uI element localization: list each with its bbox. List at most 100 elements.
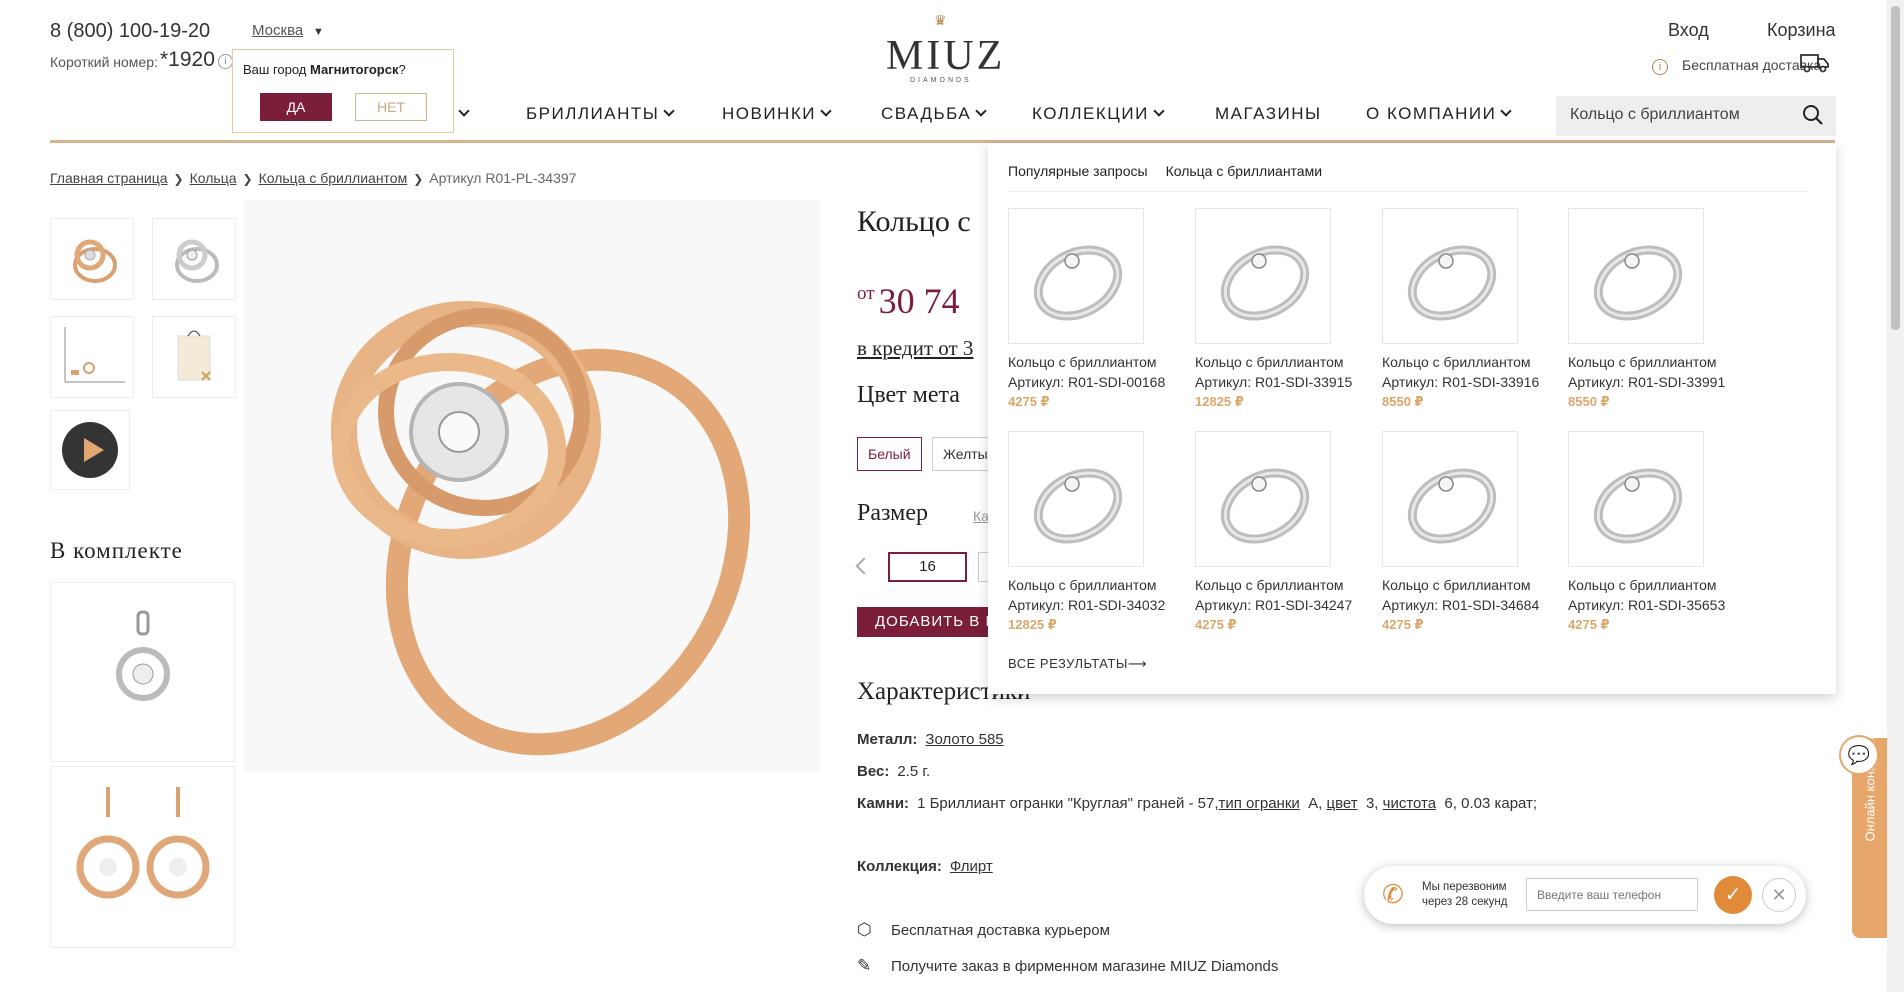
search-result-card[interactable]: Кольцо с бриллиантом Артикул: R01-SDI-356… <box>1568 431 1748 633</box>
search-input[interactable] <box>1570 104 1780 126</box>
free-delivery-info[interactable]: i Бесплатная доставка <box>1652 57 1821 75</box>
spec-stones: Камни: 1 Бриллиант огранки "Круглая" гран… <box>857 795 1538 812</box>
thumbnail-size-chart[interactable] <box>50 316 134 398</box>
search-result-card[interactable]: Кольцо с бриллиантом Артикул: R01-SDI-342… <box>1195 431 1375 633</box>
search-result-image[interactable] <box>1382 208 1518 344</box>
search-result-image[interactable] <box>1008 431 1144 567</box>
search-result-name[interactable]: Кольцо с бриллиантом <box>1195 577 1375 593</box>
short-number[interactable]: *1920 <box>160 48 215 72</box>
search-dropdown: Популярные запросы Кольца с бриллиантами … <box>988 143 1836 694</box>
search-result-article: Артикул: R01-SDI-33991 <box>1568 374 1726 390</box>
set-title: В комплекте <box>50 538 183 563</box>
search-result-image[interactable] <box>1382 431 1518 567</box>
search-result-name[interactable]: Кольцо с бриллиантом <box>1382 577 1562 593</box>
logo[interactable]: MIUZ <box>886 32 1005 80</box>
set-item-pendant[interactable] <box>50 582 235 762</box>
nav-item-collections[interactable]: КОЛЛЕКЦИИ <box>1032 104 1165 124</box>
cart-link[interactable]: Корзина <box>1767 20 1836 41</box>
breadcrumb-diamond-rings[interactable]: Кольца с бриллиантом <box>259 170 408 186</box>
info-icon[interactable]: i <box>218 54 233 69</box>
city-no-button[interactable]: НЕТ <box>355 93 427 121</box>
scrollbar-thumb[interactable] <box>1891 6 1900 330</box>
price-from: от <box>857 283 875 304</box>
close-icon[interactable]: ✕ <box>1762 878 1796 912</box>
logo-subtitle: DIAMONDS <box>910 77 972 84</box>
size-option-selected[interactable]: 16 <box>888 552 967 582</box>
spec-metal: Металл: Золото 585 <box>857 731 1004 748</box>
search-result-name[interactable]: Кольцо с бриллиантом <box>1568 577 1748 593</box>
city-selector[interactable]: Москва <box>252 22 303 39</box>
header-phone[interactable]: 8 (800) 100-19-20 <box>50 20 210 43</box>
diamond-rings-tab[interactable]: Кольца с бриллиантами <box>1166 163 1322 179</box>
size-guide-link[interactable]: Ка <box>973 508 989 524</box>
thumbnail-gift-box[interactable] <box>152 316 236 398</box>
nav-item-wedding[interactable]: СВАДЬБА <box>881 104 987 124</box>
scrollbar[interactable] <box>1887 0 1904 992</box>
search-result-card[interactable]: Кольцо с бриллиантом Артикул: R01-SDI-340… <box>1008 431 1188 633</box>
callback-phone-input[interactable] <box>1526 878 1698 911</box>
search-result-image[interactable] <box>1195 208 1331 344</box>
search-result-article: Артикул: R01-SDI-34247 <box>1195 597 1353 613</box>
nav-label: МАГАЗИНЫ <box>1215 104 1322 123</box>
all-results-link[interactable]: ВСЕ РЕЗУЛЬТАТЫ⟶ <box>1008 656 1147 672</box>
main-product-image[interactable] <box>244 200 820 772</box>
search-icon[interactable] <box>1802 104 1824 126</box>
search-result-card[interactable]: Кольцо с бриллиантом Артикул: R01-SDI-339… <box>1568 208 1748 410</box>
credit-link[interactable]: в кредит от 3 <box>857 336 973 361</box>
add-to-cart-button[interactable]: ДОБАВИТЬ В К <box>857 607 1007 637</box>
clarity-link[interactable]: чистота <box>1383 795 1436 812</box>
search-result-name[interactable]: Кольцо с бриллиантом <box>1382 354 1562 370</box>
nav-label: КОЛЛЕКЦИИ <box>1032 104 1149 123</box>
feature-store-pickup: ✎ Получите заказ в фирменном магазине MIU… <box>857 956 1279 975</box>
breadcrumb-rings[interactable]: Кольца <box>190 170 237 186</box>
callback-submit-button[interactable]: ✓ <box>1714 876 1752 914</box>
search-result-card[interactable]: Кольцо с бриллиантом Артикул: R01-SDI-346… <box>1382 431 1562 633</box>
chat-icon[interactable]: 💬 <box>1839 735 1879 775</box>
search-result-image[interactable] <box>1568 208 1704 344</box>
breadcrumb: Главная страница ❯ Кольца ❯ Кольца с бриллиа… <box>50 170 576 186</box>
chevron-down-icon <box>663 105 675 117</box>
search-result-image[interactable] <box>1008 208 1144 344</box>
search-result-name[interactable]: Кольцо с бриллиантом <box>1008 577 1188 593</box>
search-result-article: Артикул: R01-SDI-34684 <box>1382 597 1540 613</box>
search-result-card[interactable]: Кольцо с бриллиантом Артикул: R01-SDI-339… <box>1382 208 1562 410</box>
search-result-article: Артикул: R01-SDI-34032 <box>1008 597 1166 613</box>
metal-link[interactable]: Золото 585 <box>925 731 1003 748</box>
nav-item-about[interactable]: О КОМПАНИИ <box>1366 104 1512 124</box>
nav-item-new[interactable]: НОВИНКИ <box>722 104 832 124</box>
chevron-down-icon <box>820 105 832 117</box>
search-result-price: 4275 ₽ <box>1195 617 1237 632</box>
caret-down-icon[interactable]: ▼ <box>313 26 324 38</box>
chevron-left-icon[interactable] <box>855 557 873 575</box>
login-link[interactable]: Вход <box>1668 20 1709 41</box>
spec-collection: Коллекция: Флирт <box>857 858 993 875</box>
info-icon: i <box>1652 59 1668 75</box>
set-item-earrings[interactable] <box>50 766 235 948</box>
search-box <box>1556 96 1836 136</box>
search-result-image[interactable] <box>1568 431 1704 567</box>
search-result-name[interactable]: Кольцо с бриллиантом <box>1195 354 1375 370</box>
cut-type-link[interactable]: тип огранки <box>1219 795 1300 812</box>
spec-weight: Вес: 2.5 г. <box>857 763 931 780</box>
color-link[interactable]: цвет <box>1326 795 1357 812</box>
metal-option-white[interactable]: Белый <box>857 437 922 471</box>
popular-queries-tab[interactable]: Популярные запросы <box>1008 163 1148 179</box>
chevron-right-icon: ❯ <box>242 172 253 186</box>
collection-link[interactable]: Флирт <box>950 858 993 875</box>
search-result-name[interactable]: Кольцо с бриллиантом <box>1008 354 1188 370</box>
search-result-image[interactable] <box>1195 431 1331 567</box>
search-result-name[interactable]: Кольцо с бриллиантом <box>1568 354 1748 370</box>
nav-item-diamonds[interactable]: БРИЛЛИАНТЫ <box>526 104 675 124</box>
search-result-article: Артикул: R01-SDI-33916 <box>1382 374 1540 390</box>
product-title: Кольцо с <box>857 205 971 238</box>
thumbnail-ring-gold[interactable] <box>50 218 134 300</box>
city-confirm-popup: Ваш город Магнитогорск? ДА НЕТ <box>232 49 454 133</box>
thumbnail-ring-white[interactable] <box>152 218 236 300</box>
search-result-card[interactable]: Кольцо с бриллиантом Артикул: R01-SDI-339… <box>1195 208 1375 410</box>
nav-item-stores[interactable]: МАГАЗИНЫ <box>1215 104 1322 124</box>
search-result-card[interactable]: Кольцо с бриллиантом Артикул: R01-SDI-001… <box>1008 208 1188 410</box>
search-result-price: 4275 ₽ <box>1382 617 1424 632</box>
city-yes-button[interactable]: ДА <box>260 93 332 121</box>
thumbnail-video[interactable] <box>50 410 130 490</box>
breadcrumb-home[interactable]: Главная страница <box>50 170 168 186</box>
